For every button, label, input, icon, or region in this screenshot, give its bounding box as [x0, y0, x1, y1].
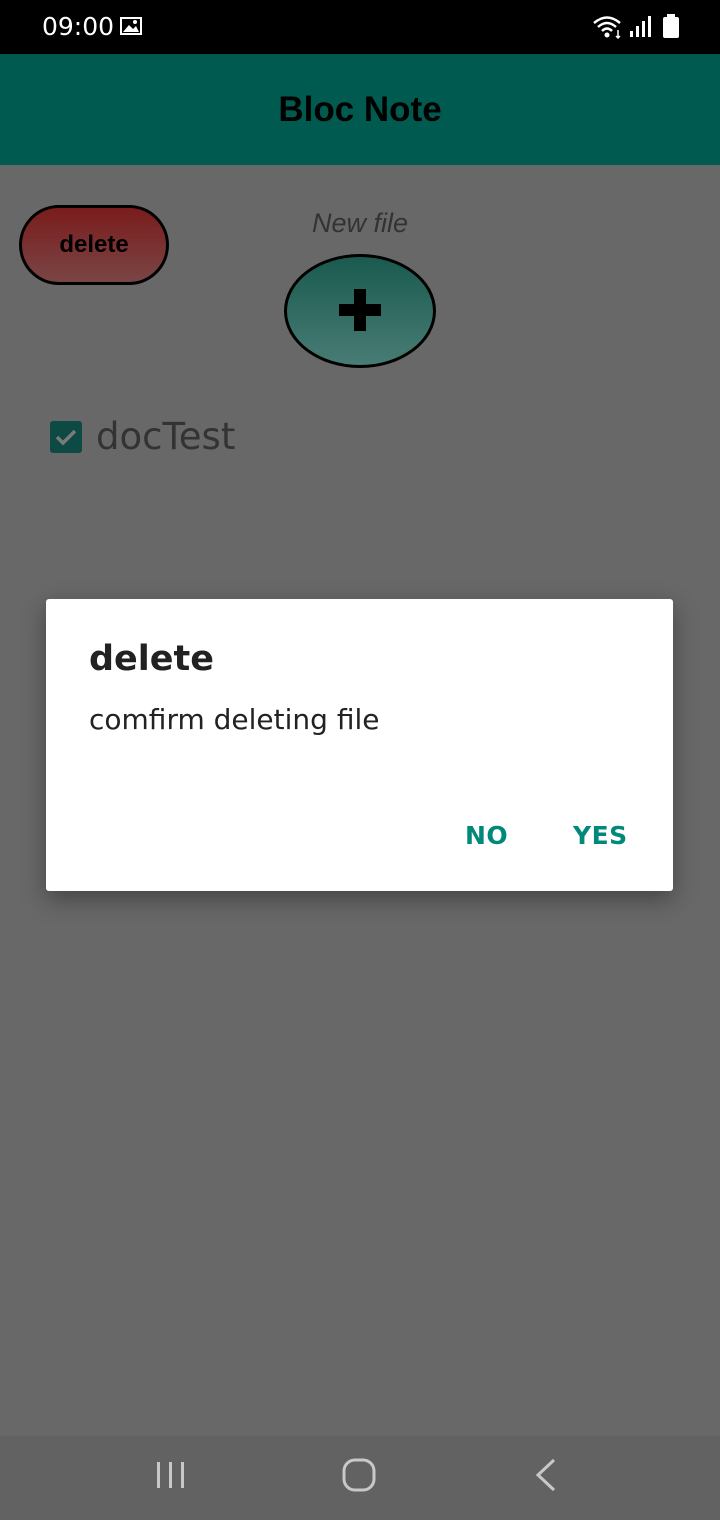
check-icon	[55, 429, 77, 446]
file-name: docTest	[96, 415, 236, 458]
wifi-icon	[593, 16, 621, 40]
dialog-message: comfirm deleting file	[89, 703, 380, 736]
status-time: 09:00	[42, 12, 115, 41]
no-button[interactable]: NO	[465, 821, 508, 850]
signal-icon	[630, 16, 651, 37]
app-bar: Bloc Note	[0, 54, 720, 165]
gallery-icon	[120, 17, 142, 35]
file-checkbox[interactable]	[50, 421, 82, 453]
delete-button[interactable]: delete	[19, 205, 169, 285]
battery-icon	[663, 14, 679, 38]
plus-icon	[339, 289, 381, 331]
confirm-dialog: delete comfirm deleting file NO YES	[46, 599, 673, 891]
yes-button[interactable]: YES	[573, 821, 628, 850]
add-file-button[interactable]	[284, 254, 436, 368]
dialog-title: delete	[89, 639, 214, 679]
app-title: Bloc Note	[278, 90, 442, 129]
new-file-label: New file	[311, 208, 409, 238]
home-icon[interactable]	[340, 1456, 378, 1494]
status-bar: 09:00	[0, 0, 720, 54]
navigation-bar	[0, 1436, 720, 1520]
recent-apps-icon[interactable]	[154, 1458, 188, 1492]
back-icon[interactable]	[532, 1456, 560, 1494]
